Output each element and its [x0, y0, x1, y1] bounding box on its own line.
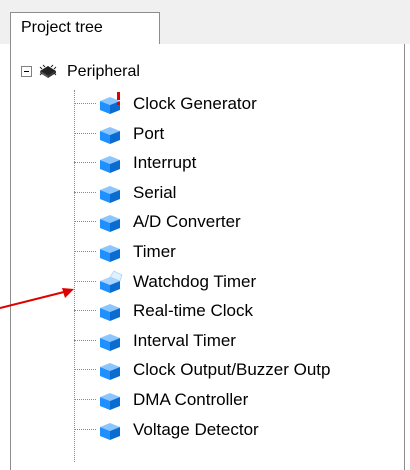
tree-connector-line — [74, 369, 96, 371]
tree-item-label: Interrupt — [133, 153, 197, 173]
tree-connector-line — [74, 399, 96, 400]
cube-icon — [100, 363, 120, 381]
cube-icon — [100, 245, 120, 262]
cube-icon — [100, 393, 120, 410]
tree-item-label: Clock Output/Buzzer Outp — [133, 360, 331, 380]
tree-item[interactable]: Clock Generator — [74, 90, 394, 118]
tree-item[interactable]: Watchdog Timer — [74, 268, 394, 296]
tree-item-label: Serial — [133, 182, 177, 202]
tree-item-label: Timer — [133, 242, 176, 261]
tree-item-label: Voltage Detector — [133, 419, 259, 439]
tree-item[interactable]: Interrupt — [74, 149, 394, 177]
tree-node-label: Peripheral — [67, 63, 140, 80]
tree-item[interactable]: DMA Controller — [74, 386, 394, 414]
tree-item-label: Interval Timer — [133, 330, 236, 350]
tree-item[interactable]: Voltage Detector — [74, 416, 394, 444]
project-tree-panel: Peripheral Clock Generator Port Interrupt S… — [10, 44, 405, 470]
cube-icon — [100, 126, 120, 144]
tree-item-label: DMA Controller — [133, 390, 249, 409]
cube-warning-icon — [100, 92, 120, 114]
cube-icon — [100, 156, 120, 174]
tab-strip: Project tree — [0, 0, 410, 44]
collapse-toggle-icon[interactable] — [21, 66, 32, 77]
tree-item[interactable]: Serial — [74, 179, 394, 207]
tree-item[interactable]: Timer — [74, 238, 394, 266]
tab-project-tree[interactable]: Project tree — [10, 12, 160, 44]
annotation-arrow — [0, 288, 74, 309]
tree-item[interactable]: Real-time Clock — [74, 297, 394, 325]
project-tree[interactable]: Peripheral Clock Generator Port Interrupt S… — [11, 44, 404, 470]
tree-item[interactable]: Interval Timer — [74, 327, 394, 355]
cube-icon — [100, 215, 120, 233]
cube-icon — [100, 185, 120, 203]
cube-icon — [100, 422, 120, 440]
tree-connector-line — [74, 251, 96, 252]
cube-icon — [100, 304, 120, 322]
chip-icon — [39, 64, 57, 78]
tree-item[interactable]: Clock Output/Buzzer Outp — [74, 356, 394, 384]
cube-icon — [100, 333, 120, 351]
tree-connector-line — [74, 191, 96, 193]
cube-open-icon — [100, 270, 123, 293]
tree-connector-line — [74, 428, 96, 430]
tree-connector-line — [74, 103, 96, 104]
tree-item-label: A/D Converter — [133, 212, 241, 232]
tree-connector-line — [74, 162, 96, 164]
tree-connector-line — [74, 221, 96, 223]
tree-node-peripheral[interactable]: Peripheral — [21, 62, 401, 84]
tree-connector-line — [74, 132, 96, 134]
tree-item-label: Port — [133, 123, 165, 143]
tree-item[interactable]: Port — [74, 120, 394, 148]
tree-item-label: Real-time Clock — [133, 301, 253, 321]
tree-connector-line — [74, 339, 96, 341]
tree-item-label: Clock Generator — [133, 94, 257, 113]
tree-item[interactable]: A/D Converter — [74, 208, 394, 236]
tree-item-label: Watchdog Timer — [133, 271, 257, 291]
